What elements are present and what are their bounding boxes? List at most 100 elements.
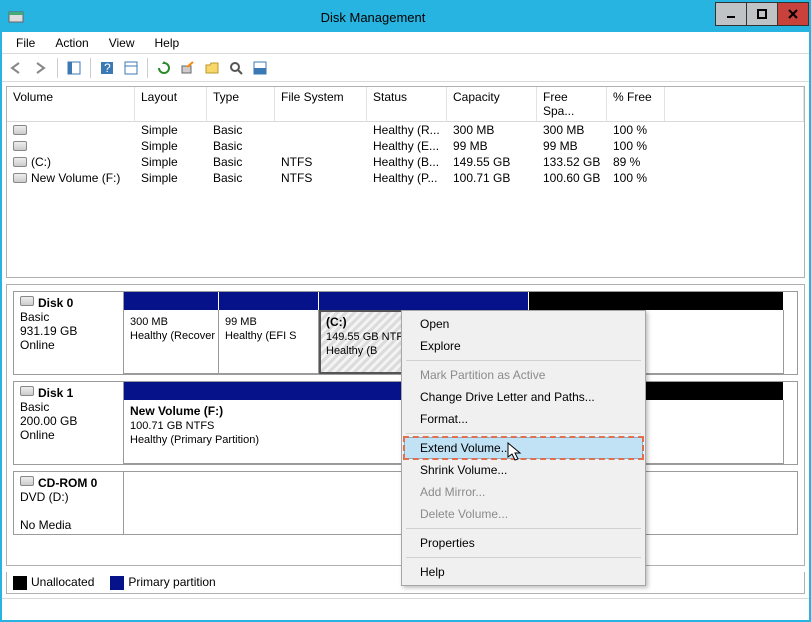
partition[interactable]: 99 MBHealthy (EFI S <box>219 310 319 374</box>
disk-info[interactable]: Disk 0Basic931.19 GBOnline <box>14 292 124 374</box>
disk-scan-icon <box>181 61 195 75</box>
menu-item: Mark Partition as Active <box>404 364 643 386</box>
cell: 133.52 GB <box>537 154 607 170</box>
partition[interactable]: 300 MBHealthy (Recover <box>124 310 219 374</box>
magnifier-icon <box>229 61 243 75</box>
legend-swatch-primary <box>110 576 124 590</box>
menu-item[interactable]: Shrink Volume... <box>404 459 643 481</box>
menubar: File Action View Help <box>2 32 809 54</box>
menu-file[interactable]: File <box>6 34 45 52</box>
cell: Basic <box>207 154 275 170</box>
volume-list[interactable]: Volume Layout Type File System Status Ca… <box>6 86 805 278</box>
disk-info[interactable]: CD-ROM 0DVD (D:)No Media <box>14 472 124 534</box>
col-free[interactable]: Free Spa... <box>537 87 607 121</box>
cell: 99 MB <box>447 138 537 154</box>
cell: 100.60 GB <box>537 170 607 186</box>
col-status[interactable]: Status <box>367 87 447 121</box>
cell: Simple <box>135 154 207 170</box>
view-top-button[interactable] <box>120 57 142 79</box>
cell: Healthy (R... <box>367 122 447 138</box>
disk-icon <box>20 476 34 486</box>
cell: Basic <box>207 122 275 138</box>
cell <box>7 138 135 154</box>
titlebar[interactable]: Disk Management <box>2 2 809 32</box>
rescan-button[interactable] <box>177 57 199 79</box>
table-row[interactable]: New Volume (F:)SimpleBasicNTFSHealthy (P… <box>7 170 804 186</box>
cell: Simple <box>135 122 207 138</box>
disk-icon <box>20 296 34 306</box>
folder-open-icon <box>205 61 219 75</box>
cell <box>7 122 135 138</box>
disk-icon <box>20 386 34 396</box>
back-arrow-icon <box>9 62 25 74</box>
close-button[interactable] <box>777 2 809 26</box>
refresh-button[interactable] <box>153 57 175 79</box>
menu-item[interactable]: Format... <box>404 408 643 430</box>
settings-button[interactable] <box>249 57 271 79</box>
cell: 89 % <box>607 154 665 170</box>
cell <box>275 138 367 154</box>
cell: Simple <box>135 138 207 154</box>
legend-swatch-unallocated <box>13 576 27 590</box>
table-row[interactable]: SimpleBasicHealthy (E...99 MB99 MB100 % <box>7 138 804 154</box>
partition[interactable] <box>629 400 784 464</box>
show-hide-button[interactable] <box>63 57 85 79</box>
cell: 100 % <box>607 170 665 186</box>
cell: 100 % <box>607 122 665 138</box>
menu-item[interactable]: Change Drive Letter and Paths... <box>404 386 643 408</box>
legend-primary: Primary partition <box>128 575 215 589</box>
statusbar <box>2 598 809 620</box>
cell: Healthy (E... <box>367 138 447 154</box>
cell: Healthy (P... <box>367 170 447 186</box>
volume-icon <box>13 125 27 135</box>
help-button[interactable]: ? <box>96 57 118 79</box>
cell: New Volume (F:) <box>7 170 135 186</box>
legend-unallocated: Unallocated <box>31 575 94 589</box>
col-spacer <box>665 87 804 121</box>
table-row[interactable]: SimpleBasicHealthy (R...300 MB300 MB100 … <box>7 122 804 138</box>
app-icon <box>8 9 24 25</box>
layout-icon <box>253 61 267 75</box>
col-capacity[interactable]: Capacity <box>447 87 537 121</box>
cell: 99 MB <box>537 138 607 154</box>
forward-arrow-icon <box>33 62 49 74</box>
panel-icon <box>67 61 81 75</box>
disk-management-window: Disk Management File Action View Help ? … <box>0 0 811 622</box>
menu-item: Add Mirror... <box>404 481 643 503</box>
toolbar: ? <box>2 54 809 82</box>
cell: NTFS <box>275 154 367 170</box>
menu-view[interactable]: View <box>99 34 145 52</box>
col-layout[interactable]: Layout <box>135 87 207 121</box>
close-icon <box>788 9 798 19</box>
menu-help[interactable]: Help <box>145 34 190 52</box>
maximize-button[interactable] <box>746 2 778 26</box>
cell: 100 % <box>607 138 665 154</box>
col-filesystem[interactable]: File System <box>275 87 367 121</box>
menu-item[interactable]: Help <box>404 561 643 583</box>
cell: (C:) <box>7 154 135 170</box>
maximize-icon <box>757 9 767 19</box>
cell: 100.71 GB <box>447 170 537 186</box>
menu-item[interactable]: Open <box>404 313 643 335</box>
col-volume[interactable]: Volume <box>7 87 135 121</box>
volume-icon <box>13 141 27 151</box>
cell: 300 MB <box>537 122 607 138</box>
col-type[interactable]: Type <box>207 87 275 121</box>
open-button[interactable] <box>201 57 223 79</box>
table-row[interactable]: (C:)SimpleBasicNTFSHealthy (B...149.55 G… <box>7 154 804 170</box>
cell <box>275 122 367 138</box>
menu-action[interactable]: Action <box>45 34 98 52</box>
disk-info[interactable]: Disk 1Basic200.00 GBOnline <box>14 382 124 464</box>
mouse-cursor-icon <box>507 442 525 462</box>
minimize-button[interactable] <box>715 2 747 26</box>
minimize-icon <box>726 9 736 19</box>
col-pctfree[interactable]: % Free <box>607 87 665 121</box>
volume-list-header: Volume Layout Type File System Status Ca… <box>7 87 804 122</box>
window-title: Disk Management <box>30 10 716 25</box>
forward-button[interactable] <box>30 57 52 79</box>
back-button[interactable] <box>6 57 28 79</box>
menu-item[interactable]: Properties <box>404 532 643 554</box>
cell: Basic <box>207 138 275 154</box>
find-button[interactable] <box>225 57 247 79</box>
menu-item[interactable]: Explore <box>404 335 643 357</box>
